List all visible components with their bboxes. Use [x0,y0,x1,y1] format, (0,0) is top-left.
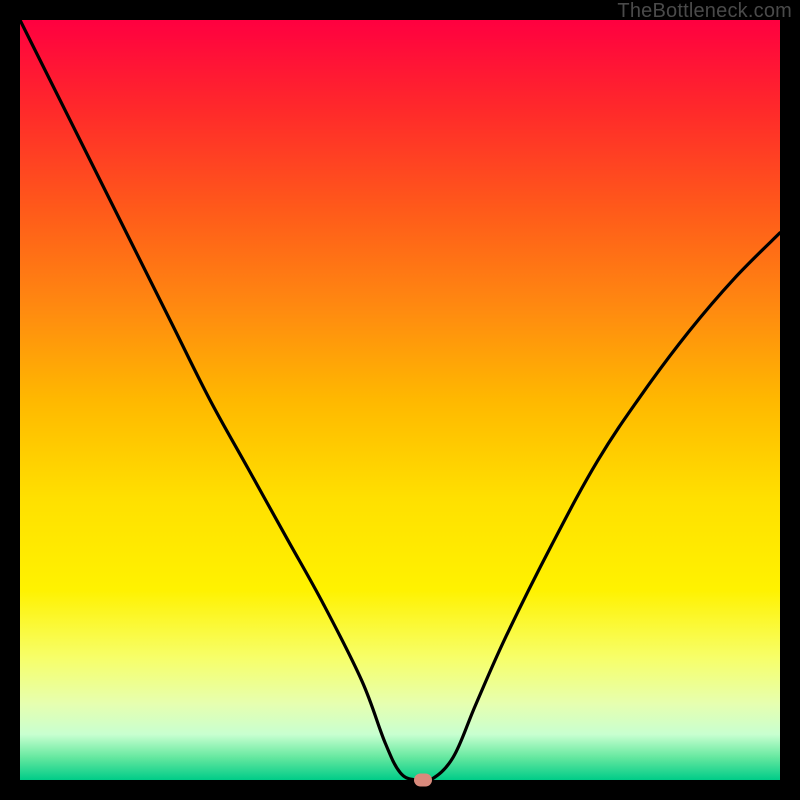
optimal-marker [414,774,432,787]
watermark-label: TheBottleneck.com [617,0,792,23]
plot-area [20,20,780,780]
chart-frame: TheBottleneck.com [0,0,800,800]
bottleneck-curve [20,20,780,780]
